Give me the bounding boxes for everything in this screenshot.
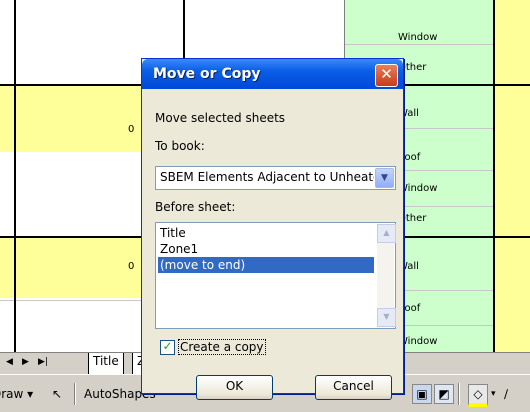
- list-item[interactable]: Title: [160, 225, 186, 241]
- line-color-icon[interactable]: ∕: [504, 387, 508, 401]
- create-copy-checkbox[interactable]: ✓: [160, 340, 175, 355]
- cell-zero: 0: [128, 261, 135, 272]
- list-item[interactable]: (move to end): [160, 257, 245, 273]
- move-or-copy-dialog: Move or Copy ✕ Move selected sheets To b…: [141, 58, 404, 400]
- dialog-titlebar[interactable]: Move or Copy ✕: [142, 59, 403, 89]
- scroll-up-icon[interactable]: ▲: [377, 224, 396, 243]
- to-book-dropdown[interactable]: SBEM Elements Adjacent to Unheated ▼: [155, 166, 396, 190]
- move-selected-label: Move selected sheets: [155, 111, 286, 125]
- to-book-label: To book:: [155, 139, 205, 153]
- create-copy-label[interactable]: Create a copy: [178, 339, 266, 355]
- to-book-value: SBEM Elements Adjacent to Unheated: [160, 170, 374, 184]
- dialog-title: Move or Copy: [153, 66, 261, 82]
- chevron-down-icon[interactable]: ▼: [375, 168, 394, 188]
- before-sheet-label: Before sheet:: [155, 200, 236, 214]
- draw-menu-button[interactable]: Draw ▾: [0, 387, 33, 401]
- before-sheet-list[interactable]: Title Zone1 (move to end) ▲ ▼: [155, 222, 396, 329]
- cell-window: Window: [398, 32, 438, 43]
- cancel-button[interactable]: Cancel: [315, 375, 392, 400]
- scroll-down-icon[interactable]: ▼: [377, 308, 396, 327]
- tab-scroll-first-icon[interactable]: ◀: [6, 357, 13, 367]
- yellow-cell: [494, 0, 530, 352]
- tab-scroll-next-icon[interactable]: ▶: [22, 357, 29, 367]
- ok-button[interactable]: OK: [196, 375, 273, 400]
- tab-title[interactable]: Title: [88, 353, 124, 375]
- fill-color-icon[interactable]: ◇: [468, 384, 488, 407]
- insert-picture-icon[interactable]: ▣: [412, 384, 432, 404]
- insert-image-icon[interactable]: ◩: [434, 384, 454, 404]
- list-item[interactable]: Zone1: [160, 241, 198, 257]
- cell-zero: 0: [128, 124, 135, 135]
- tab-scroll-last-icon[interactable]: ▶|: [38, 357, 48, 367]
- list-scrollbar[interactable]: ▲ ▼: [377, 224, 396, 327]
- close-icon[interactable]: ✕: [375, 64, 398, 87]
- chevron-down-icon[interactable]: ▾: [491, 389, 496, 399]
- select-objects-icon[interactable]: ↖: [52, 387, 62, 401]
